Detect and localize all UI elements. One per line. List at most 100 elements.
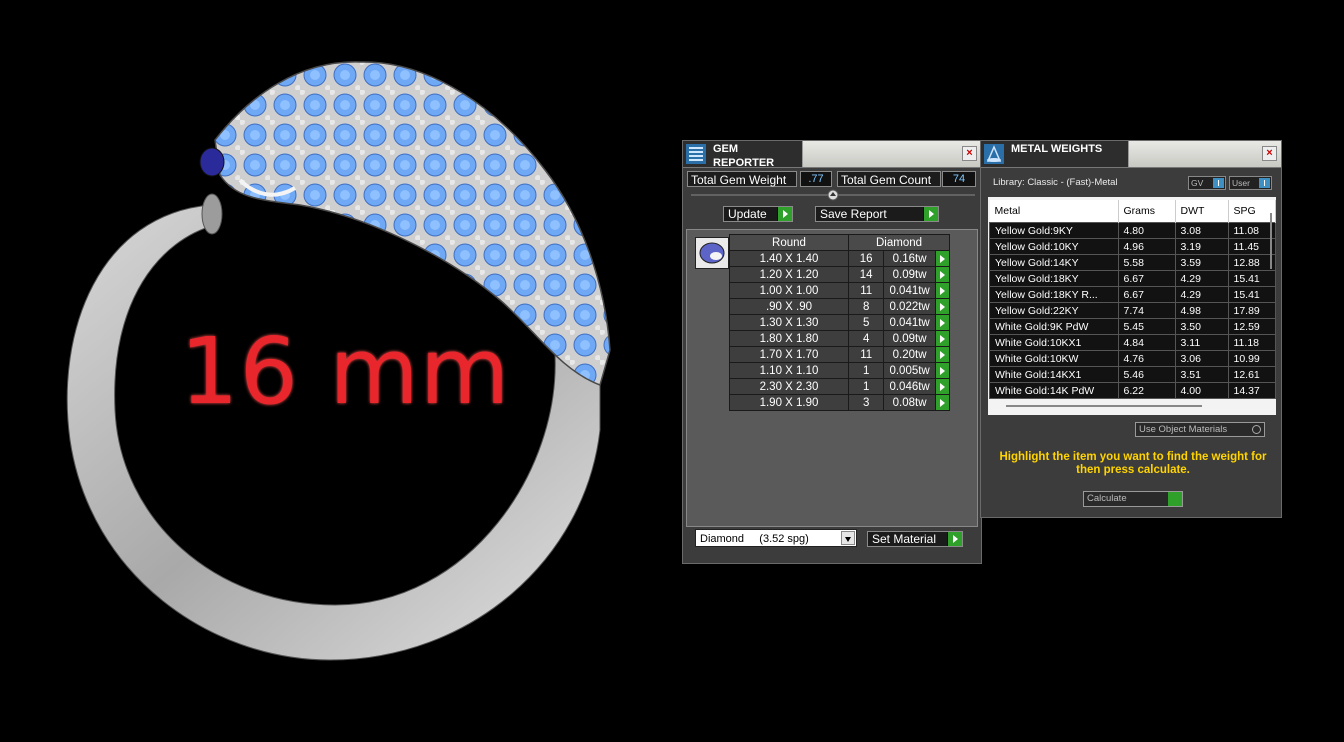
collapse-divider[interactable] [691,189,975,201]
use-object-materials-label: Use Object Materials [1139,424,1228,435]
gem-reporter-titlebar[interactable]: GEM REPORTER × [683,141,981,169]
metal-row[interactable]: Yellow Gold:10KY 4.96 3.19 11.45 [989,238,1276,255]
gem-size-cell: 1.30 X 1.30 [729,314,849,331]
metal-name-cell: Yellow Gold:14KY [989,254,1119,271]
gem-count-cell: 5 [847,314,885,331]
gem-count-cell: 11 [847,282,885,299]
user-toggle-label: User [1232,178,1250,188]
calculate-button[interactable]: Calculate [1083,491,1183,507]
gv-toggle-icon [1213,178,1224,188]
vertical-scrollbar[interactable] [1270,213,1272,269]
metal-dwt-cell: 3.19 [1174,238,1229,255]
gem-size-cell: 1.10 X 1.10 [729,362,849,379]
col-material-header: Diamond [848,234,950,251]
gem-row[interactable]: 1.80 X 1.80 4 0.09tw [729,330,951,347]
gem-size-cell: 1.90 X 1.90 [729,394,849,411]
gem-reporter-tab[interactable]: GEM REPORTER [683,141,803,169]
metal-weights-titlebar[interactable]: METAL WEIGHTS × [981,141,1281,168]
gem-size-cell: 1.40 X 1.40 [729,250,849,267]
gem-count-cell: 1 [847,378,885,395]
metal-row[interactable]: White Gold:14K PdW 6.22 4.00 14.37 [989,382,1276,399]
select-gem-row-icon[interactable] [934,346,951,363]
gem-reporter-close-icon[interactable]: × [962,146,977,161]
gem-row[interactable]: 2.30 X 2.30 1 0.046tw [729,378,951,395]
gem-row[interactable]: 1.20 X 1.20 14 0.09tw [729,266,951,283]
metal-row[interactable]: Yellow Gold:22KY 7.74 4.98 17.89 [989,302,1276,319]
update-button[interactable]: Update [723,206,793,222]
metal-spg-cell: 11.08 [1227,222,1276,239]
dimension-label: 16 mm [180,318,511,425]
library-label: Library: Classic - (Fast)-Metal [993,177,1118,188]
metal-list[interactable]: Metal Grams DWT SPG Yellow Gold:9KY 4.80 3… [988,197,1276,415]
gv-toggle-label: GV [1191,178,1204,188]
metal-row[interactable]: White Gold:14KX1 5.46 3.51 12.61 [989,366,1276,383]
select-gem-row-icon[interactable] [934,282,951,299]
use-object-materials-toggle[interactable]: Use Object Materials [1135,422,1265,437]
select-gem-row-icon[interactable] [934,378,951,395]
gem-reporter-panel: GEM REPORTER × Total Gem Weight .77 Tota… [682,140,982,564]
gv-toggle[interactable]: GV [1188,176,1226,190]
select-gem-row-icon[interactable] [934,266,951,283]
gem-count-cell: 8 [847,298,885,315]
metal-name-cell: White Gold:10KX1 [989,334,1119,351]
metal-weights-tab[interactable]: METAL WEIGHTS [981,141,1129,167]
select-gem-row-icon[interactable] [934,362,951,379]
save-report-button[interactable]: Save Report [815,206,939,222]
metal-row[interactable]: Yellow Gold:14KY 5.58 3.59 12.88 [989,254,1276,271]
col-metal-header[interactable]: Metal [989,200,1119,223]
save-report-play-icon [923,207,938,221]
gem-row[interactable]: 1.40 X 1.40 16 0.16tw [729,250,951,267]
gem-weight-cell: 0.20tw [883,346,936,363]
metal-name-cell: White Gold:14K PdW [989,382,1119,399]
gem-weight-cell: 0.041tw [883,314,936,331]
select-gem-row-icon[interactable] [934,314,951,331]
horizontal-scrollbar[interactable] [1006,405,1202,407]
metal-row[interactable]: Yellow Gold:9KY 4.80 3.08 11.08 [989,222,1276,239]
metal-row[interactable]: Yellow Gold:18KY R... 6.67 4.29 15.41 [989,286,1276,303]
gem-size-cell: 1.70 X 1.70 [729,346,849,363]
select-gem-row-icon[interactable] [934,330,951,347]
metal-grams-cell: 5.46 [1117,366,1176,383]
set-material-button[interactable]: Set Material [867,531,963,547]
metal-name-cell: Yellow Gold:10KY [989,238,1119,255]
total-gem-weight-value: .77 [800,171,832,187]
select-gem-row-icon[interactable] [934,394,951,411]
metal-weights-close-icon[interactable]: × [1262,146,1277,161]
metal-name-cell: White Gold:9K PdW [989,318,1119,335]
3d-viewport[interactable]: 16 mm [0,0,680,742]
col-grams-header[interactable]: Grams [1118,200,1176,223]
metal-grams-cell: 6.22 [1117,382,1176,399]
metal-table: Metal Grams DWT SPG Yellow Gold:9KY 4.80 3… [989,200,1276,399]
col-dwt-header[interactable]: DWT [1175,200,1229,223]
col-spg-header[interactable]: SPG [1228,200,1276,223]
metal-dwt-cell: 4.29 [1174,286,1229,303]
user-toggle[interactable]: User [1229,176,1272,190]
metal-row[interactable]: White Gold:9K PdW 5.45 3.50 12.59 [989,318,1276,335]
select-gem-row-icon[interactable] [934,250,951,267]
metal-row[interactable]: Yellow Gold:18KY 6.67 4.29 15.41 [989,270,1276,287]
gem-row[interactable]: 1.10 X 1.10 1 0.005tw [729,362,951,379]
metal-grams-cell: 4.84 [1117,334,1176,351]
gem-row[interactable]: .90 X .90 8 0.022tw [729,298,951,315]
gem-row[interactable]: 1.70 X 1.70 11 0.20tw [729,346,951,363]
metal-spg-cell: 12.61 [1227,366,1276,383]
metal-spg-cell: 12.59 [1227,318,1276,335]
dropdown-arrow-icon[interactable] [841,531,855,545]
gem-row[interactable]: 1.90 X 1.90 3 0.08tw [729,394,951,411]
metal-row[interactable]: White Gold:10KX1 4.84 3.11 11.18 [989,334,1276,351]
metal-dwt-cell: 3.08 [1174,222,1229,239]
update-button-label: Update [728,207,767,221]
metal-name-cell: White Gold:14KX1 [989,366,1119,383]
metal-name-cell: Yellow Gold:18KY R... [989,286,1119,303]
gem-count-cell: 14 [847,266,885,283]
gem-row[interactable]: 1.30 X 1.30 5 0.041tw [729,314,951,331]
metal-weights-title: METAL WEIGHTS [1011,143,1103,155]
metal-grams-cell: 6.67 [1117,286,1176,303]
metal-row[interactable]: White Gold:10KW 4.76 3.06 10.99 [989,350,1276,367]
user-toggle-icon [1259,178,1270,188]
select-gem-row-icon[interactable] [934,298,951,315]
gem-count-cell: 16 [847,250,885,267]
gem-row[interactable]: 1.00 X 1.00 11 0.041tw [729,282,951,299]
material-select[interactable]: Diamond (3.52 spg) [695,529,857,547]
gem-size-cell: 1.00 X 1.00 [729,282,849,299]
